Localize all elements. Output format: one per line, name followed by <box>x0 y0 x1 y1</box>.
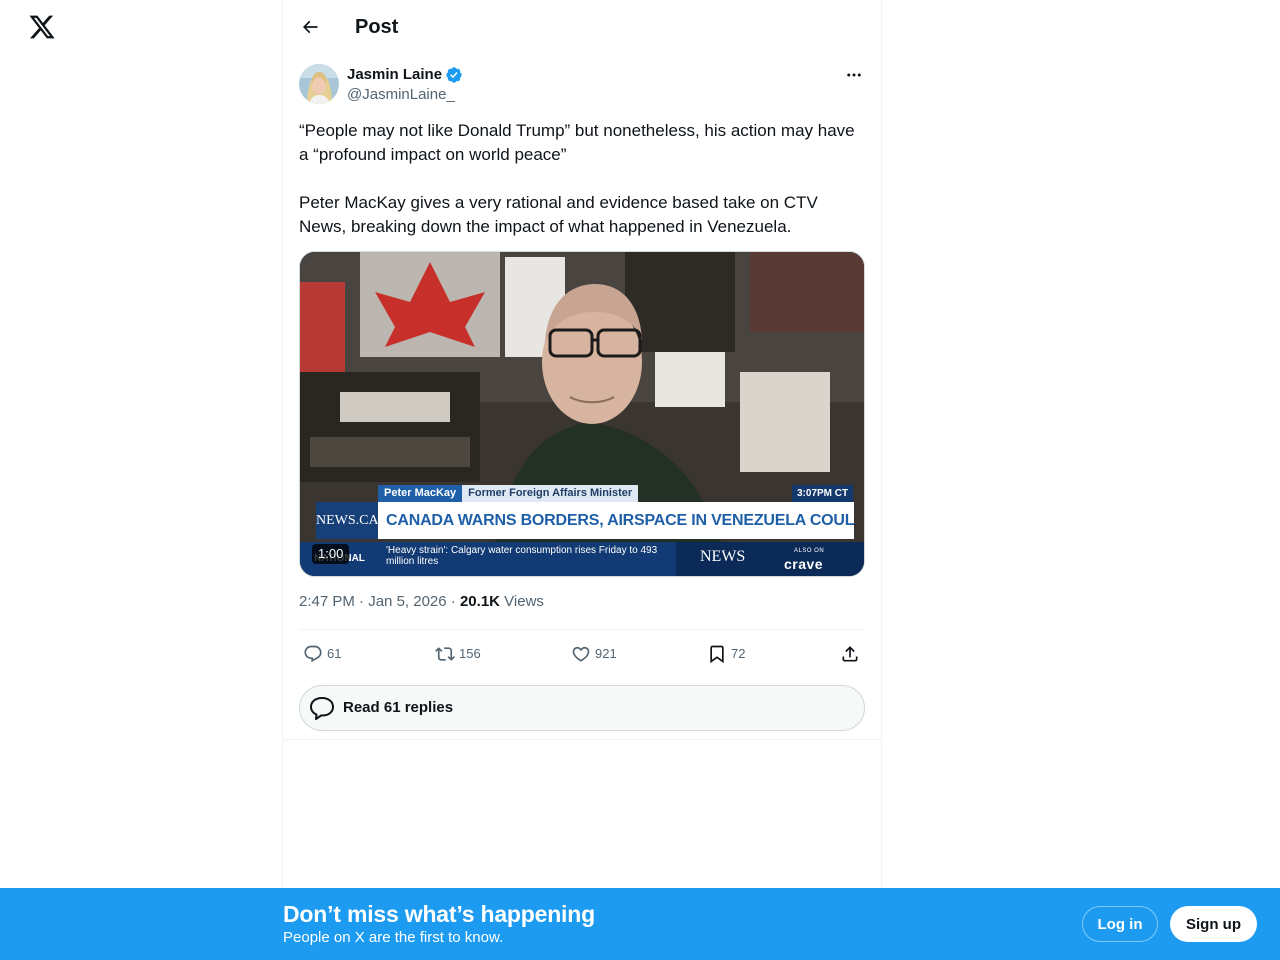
post-date[interactable]: Jan 5, 2026 <box>368 593 446 610</box>
read-replies-button[interactable]: Read 61 replies <box>299 685 865 731</box>
tv-ticker-text: 'Heavy strain': Calgary water consumptio… <box>386 545 658 567</box>
main-column: Post Jasmin Laine @JasminLaine_ “People … <box>282 0 882 960</box>
tv-headline: CANADA WARNS BORDERS, AIRSPACE IN VENEZU… <box>378 502 854 539</box>
banner-subtitle: People on X are the first to know. <box>283 929 504 946</box>
repost-icon <box>435 647 455 661</box>
bookmark-count: 72 <box>731 646 746 661</box>
signup-button[interactable]: Sign up <box>1170 906 1257 942</box>
reply-button[interactable]: 61 <box>303 642 341 666</box>
avatar[interactable] <box>299 64 339 104</box>
share-button[interactable] <box>840 642 860 666</box>
tv-ticker-brand-block: NEWS ALSO ON crave <box>676 542 864 576</box>
heart-icon <box>572 646 590 662</box>
tv-logo: NEWS.CA <box>316 502 379 539</box>
tv-brand: NEWS <box>700 548 746 565</box>
tv-ticker: NATIONAL 'Heavy strain': Calgary water c… <box>300 542 864 576</box>
name-row: Jasmin Laine <box>347 65 463 85</box>
speech-bubble-icon <box>310 697 334 720</box>
arrow-left-icon <box>302 20 318 34</box>
tv-role: Former Foreign Affairs Minister <box>462 485 639 502</box>
page-title: Post <box>355 16 399 38</box>
tv-time: 3:07PM CT <box>792 485 854 502</box>
reply-count: 61 <box>327 646 342 661</box>
meta-separator: · <box>450 593 456 610</box>
display-name[interactable]: Jasmin Laine <box>347 65 442 85</box>
bookmark-icon <box>710 645 724 664</box>
tv-lower-third-name: Peter MacKay Former Foreign Affairs Mini… <box>378 485 639 502</box>
post-meta: 2:47 PM · Jan 5, 2026 · 20.1K Views <box>299 592 544 612</box>
divider <box>283 739 881 740</box>
tv-name: Peter MacKay <box>378 485 463 502</box>
post-header: Post <box>283 0 881 53</box>
banner-title: Don’t miss what’s happening <box>283 901 595 927</box>
tweet-paragraph: Peter MacKay gives a very rational and e… <box>299 193 818 236</box>
reply-icon <box>304 645 322 663</box>
more-options-button[interactable] <box>843 64 865 86</box>
tweet-text: “People may not like Donald Trump” but n… <box>299 119 865 239</box>
post-author: Jasmin Laine @JasminLaine_ <box>299 64 865 108</box>
handle[interactable]: @JasminLaine_ <box>347 85 455 105</box>
x-logo-icon[interactable] <box>28 13 56 41</box>
views-count: 20.1K <box>459 593 500 610</box>
like-count: 921 <box>595 646 617 661</box>
tv-also-on: ALSO ON <box>794 548 825 554</box>
views-label: Views <box>504 593 544 610</box>
repost-button[interactable]: 156 <box>435 642 481 666</box>
read-replies-label: Read 61 replies <box>343 699 454 716</box>
repost-count: 156 <box>459 646 481 661</box>
divider <box>299 629 865 630</box>
video-player[interactable]: Peter MacKay Former Foreign Affairs Mini… <box>299 251 865 577</box>
login-button[interactable]: Log in <box>1082 906 1158 942</box>
share-icon <box>842 646 858 662</box>
action-bar: 61 156 921 72 <box>299 642 865 666</box>
back-button[interactable] <box>293 10 327 44</box>
verified-badge-icon <box>445 66 463 84</box>
tv-crave: crave <box>784 556 824 572</box>
meta-separator: · <box>359 593 365 610</box>
video-duration-badge: 1:00 <box>312 544 350 564</box>
tweet-paragraph: “People may not like Donald Trump” but n… <box>299 121 855 164</box>
bookmark-button[interactable]: 72 <box>707 642 745 666</box>
like-button[interactable]: 921 <box>571 642 617 666</box>
post-time[interactable]: 2:47 PM <box>299 593 355 610</box>
more-dots-icon <box>847 73 861 77</box>
